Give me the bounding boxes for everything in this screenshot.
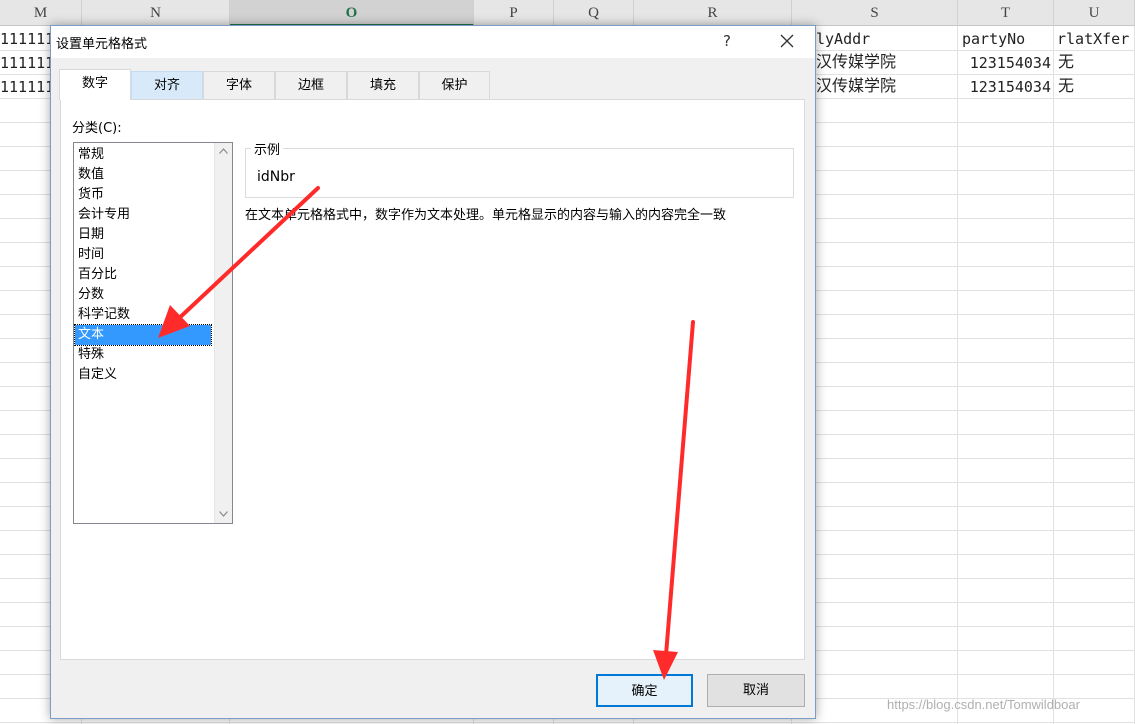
column-header-n[interactable]: N xyxy=(82,0,230,26)
category-listbox[interactable]: 常规 数值 货币 会计专用 日期 时间 百分比 分数 科学记数 文本 特殊 自定… xyxy=(73,142,233,524)
format-description: 在文本单元格格式中，数字作为文本处理。单元格显示的内容与输入的内容完全一致 xyxy=(245,208,727,223)
tab-fill[interactable]: 填充 xyxy=(347,71,419,99)
grid-vline xyxy=(957,26,958,724)
close-icon xyxy=(780,34,794,48)
category-item-text-selected[interactable]: 文本 xyxy=(74,324,212,346)
tab-protection[interactable]: 保护 xyxy=(419,71,490,99)
grid-hline xyxy=(0,722,1135,723)
column-header-m[interactable]: M xyxy=(0,0,82,26)
column-header-r[interactable]: R xyxy=(634,0,792,26)
column-header-s[interactable]: S xyxy=(792,0,958,26)
category-item[interactable]: 特殊 xyxy=(75,345,211,365)
grid-vline xyxy=(1053,26,1054,724)
cell-t3[interactable]: 123154034 xyxy=(958,75,1051,99)
tab-border[interactable]: 边框 xyxy=(275,71,347,99)
cell-s2[interactable]: 汉传媒学院 xyxy=(816,51,956,75)
cell-u2[interactable]: 无 xyxy=(1058,51,1134,75)
dialog-titlebar[interactable]: 设置单元格格式 ? xyxy=(51,26,815,58)
dialog-title: 设置单元格格式 xyxy=(56,37,148,52)
watermark: https://blog.csdn.net/Tomwildboar xyxy=(887,697,1080,712)
close-button[interactable] xyxy=(767,26,807,58)
column-header-u[interactable]: U xyxy=(1054,0,1135,26)
cell-u1[interactable]: rlatXfer xyxy=(1057,27,1135,51)
cell-t1[interactable]: partyNo xyxy=(962,27,1052,51)
cell-u3[interactable]: 无 xyxy=(1058,75,1134,99)
column-header-o[interactable]: O xyxy=(230,0,474,26)
column-header-t[interactable]: T xyxy=(958,0,1054,26)
cell-m1[interactable]: 111111 xyxy=(0,27,50,51)
category-item[interactable]: 科学记数 xyxy=(75,305,211,325)
tab-font[interactable]: 字体 xyxy=(203,71,275,99)
category-item[interactable]: 数值 xyxy=(75,165,211,185)
category-item[interactable]: 分数 xyxy=(75,285,211,305)
tab-alignment[interactable]: 对齐 xyxy=(131,71,203,99)
category-scrollbar[interactable] xyxy=(214,143,232,523)
category-item[interactable]: 货币 xyxy=(75,185,211,205)
category-item[interactable]: 自定义 xyxy=(75,365,211,385)
cancel-button[interactable]: 取消 xyxy=(707,674,805,707)
cell-t2[interactable]: 123154034 xyxy=(958,51,1051,75)
category-item[interactable]: 日期 xyxy=(75,225,211,245)
category-item[interactable]: 百分比 xyxy=(75,265,211,285)
sample-groupbox: 示例 idNbr xyxy=(245,139,794,198)
cell-m3[interactable]: 111111 xyxy=(0,75,50,99)
scroll-up-icon[interactable] xyxy=(215,143,232,160)
category-item[interactable]: 时间 xyxy=(75,245,211,265)
number-tab-panel: 分类(C): 常规 数值 货币 会计专用 日期 时间 百分比 分数 科学记数 文… xyxy=(60,99,805,660)
cell-s1[interactable]: lyAddr xyxy=(816,27,956,51)
category-label: 分类(C): xyxy=(72,121,122,136)
cell-s3[interactable]: 汉传媒学院 xyxy=(816,75,956,99)
column-header-p[interactable]: P xyxy=(474,0,554,26)
cell-m2[interactable]: 111111 xyxy=(0,51,50,75)
category-item[interactable]: 常规 xyxy=(75,145,211,165)
scroll-down-icon[interactable] xyxy=(215,506,232,523)
sample-label: 示例 xyxy=(251,139,284,158)
column-header-q[interactable]: Q xyxy=(554,0,634,26)
tab-number[interactable]: 数字 xyxy=(59,69,131,100)
category-item[interactable]: 会计专用 xyxy=(75,205,211,225)
help-button[interactable]: ? xyxy=(715,26,739,58)
ok-button[interactable]: 确定 xyxy=(596,674,693,707)
sample-value: idNbr xyxy=(257,169,295,185)
format-cells-dialog: 设置单元格格式 ? 数字 对齐 字体 边框 填充 保护 分类(C): 常规 数值… xyxy=(50,25,816,719)
